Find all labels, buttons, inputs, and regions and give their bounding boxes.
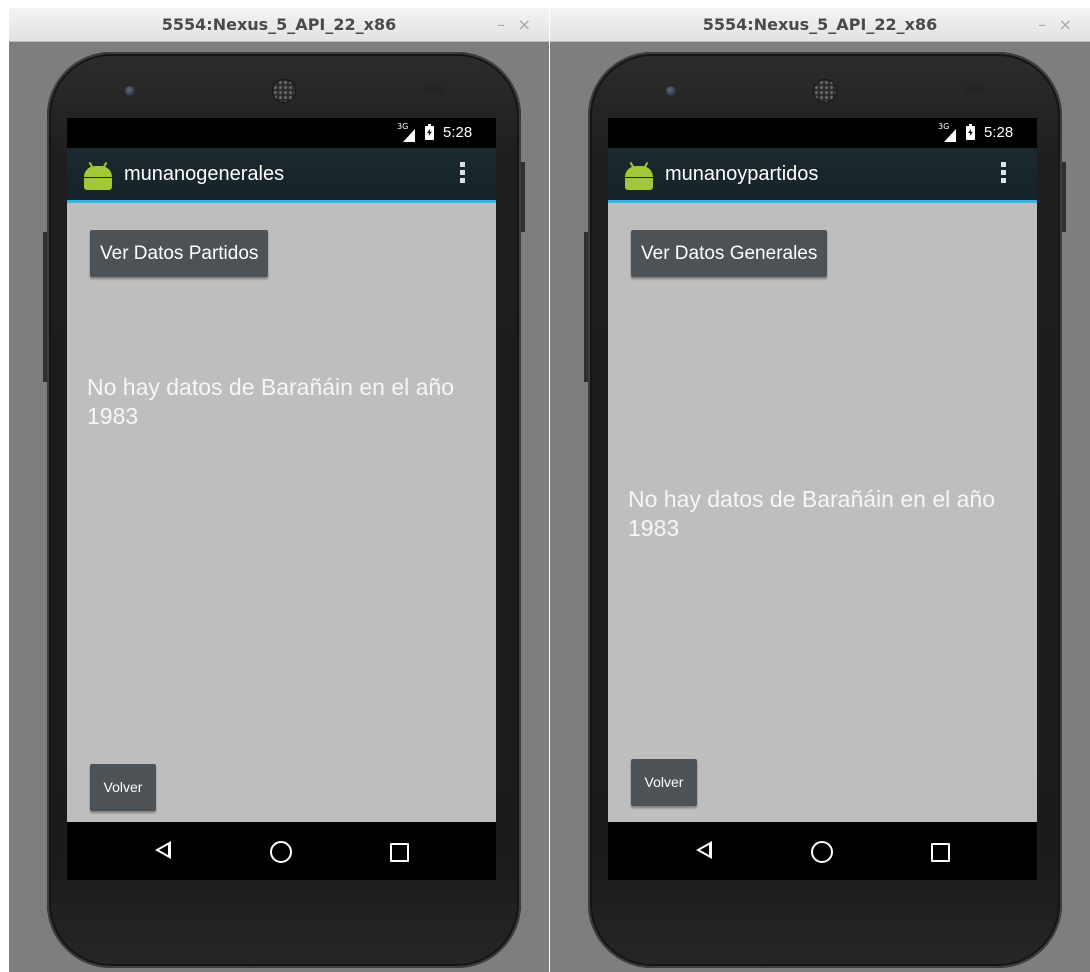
- window-titlebar[interactable]: 5554:Nexus_5_API_22_x86 – ×: [9, 8, 549, 42]
- front-camera-icon: [125, 86, 135, 96]
- emulator-window-left: 5554:Nexus_5_API_22_x86 – × 3G 5:28 muna…: [9, 8, 549, 972]
- power-key[interactable]: [1062, 162, 1066, 232]
- close-button[interactable]: ×: [1059, 8, 1072, 41]
- device-screen: 3G 5:28 munanogenerales Ver Datos Partid…: [67, 118, 496, 880]
- app-title: munanoypartidos: [665, 163, 819, 185]
- activity-content: Ver Datos Generales No hay datos de Bara…: [608, 203, 1037, 822]
- window-title: 5554:Nexus_5_API_22_x86: [161, 15, 397, 34]
- signal-icon: 3G: [397, 122, 415, 142]
- ver-datos-generales-button[interactable]: Ver Datos Generales: [631, 230, 828, 277]
- navigation-bar: [608, 822, 1037, 880]
- earpiece-speaker: [814, 80, 836, 102]
- minimize-button[interactable]: –: [1038, 8, 1046, 41]
- phone-frame: 3G 5:28 munanogenerales Ver Datos Partid…: [43, 52, 525, 968]
- signal-icon: 3G: [938, 122, 956, 142]
- phone-frame: 3G 5:28 munanoypartidos Ver Datos Genera…: [584, 52, 1066, 968]
- navigation-bar: [67, 822, 496, 880]
- proximity-sensor: [423, 87, 445, 93]
- action-bar: munanogenerales: [67, 148, 496, 203]
- ver-datos-partidos-button[interactable]: Ver Datos Partidos: [90, 230, 269, 277]
- android-logo-icon: [83, 161, 113, 190]
- overflow-menu-icon[interactable]: [1001, 162, 1007, 186]
- window-title: 5554:Nexus_5_API_22_x86: [702, 15, 938, 34]
- status-bar: 3G 5:28: [608, 118, 1037, 148]
- overflow-menu-icon[interactable]: [460, 162, 466, 186]
- no-data-message: No hay datos de Barañáin en el año 1983: [628, 486, 995, 541]
- no-data-message: No hay datos de Barañáin en el año 1983: [87, 374, 454, 429]
- activity-content: Ver Datos Partidos No hay datos de Barañ…: [67, 203, 496, 822]
- nav-home-icon[interactable]: [270, 841, 292, 863]
- close-button[interactable]: ×: [518, 8, 531, 41]
- nav-back-icon[interactable]: [694, 838, 718, 862]
- volver-button[interactable]: Volver: [631, 759, 697, 806]
- front-camera-icon: [666, 86, 676, 96]
- android-logo-icon: [624, 161, 654, 190]
- volume-key[interactable]: [584, 232, 588, 382]
- nav-home-icon[interactable]: [811, 841, 833, 863]
- app-title: munanogenerales: [124, 163, 285, 185]
- nav-back-icon[interactable]: [153, 838, 177, 862]
- volume-key[interactable]: [43, 232, 47, 382]
- proximity-sensor: [964, 87, 986, 93]
- action-bar: munanoypartidos: [608, 148, 1037, 203]
- status-clock: 5:28: [984, 124, 1014, 141]
- device-screen: 3G 5:28 munanoypartidos Ver Datos Genera…: [608, 118, 1037, 880]
- earpiece-speaker: [273, 80, 295, 102]
- nav-recents-icon[interactable]: [390, 843, 409, 862]
- status-bar: 3G 5:28: [67, 118, 496, 148]
- emulator-window-right: 5554:Nexus_5_API_22_x86 – × 3G 5:28 muna…: [550, 8, 1090, 972]
- battery-icon: [966, 124, 975, 140]
- volver-button[interactable]: Volver: [90, 764, 156, 811]
- power-key[interactable]: [521, 162, 525, 232]
- battery-icon: [425, 124, 434, 140]
- window-titlebar[interactable]: 5554:Nexus_5_API_22_x86 – ×: [550, 8, 1090, 42]
- nav-recents-icon[interactable]: [931, 843, 950, 862]
- status-clock: 5:28: [443, 124, 473, 141]
- minimize-button[interactable]: –: [497, 8, 505, 41]
